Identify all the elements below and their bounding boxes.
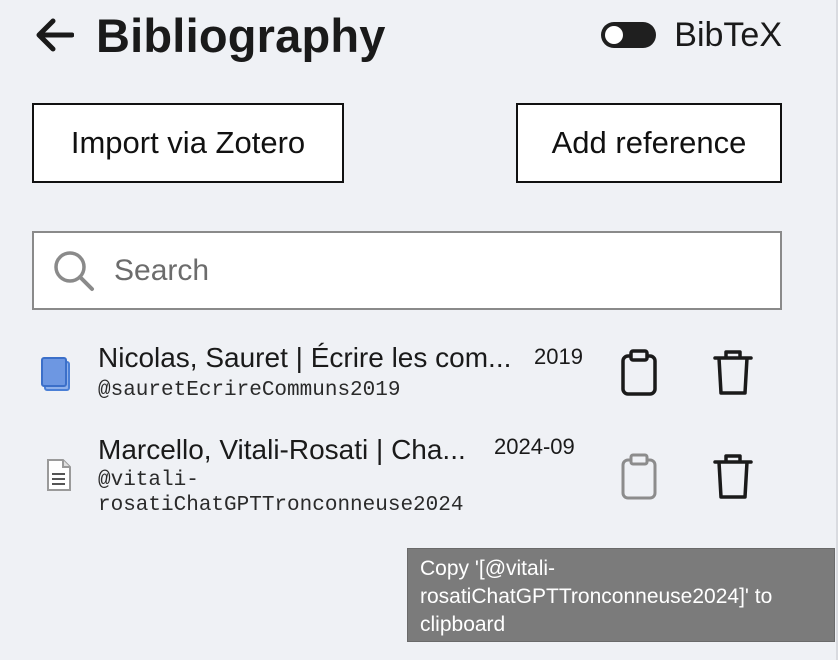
tooltip-line: Copy '[@vitali- bbox=[420, 557, 556, 580]
toggle-knob bbox=[605, 26, 624, 44]
clipboard-icon bbox=[621, 349, 657, 396]
delete-reference-button[interactable] bbox=[708, 348, 758, 398]
copy-tooltip: Copy '[@vitali- rosatiChatGPTTronconneus… bbox=[407, 548, 835, 642]
import-zotero-button[interactable]: Import via Zotero bbox=[32, 103, 344, 183]
book-icon bbox=[41, 357, 70, 391]
copy-key-button[interactable] bbox=[614, 452, 664, 502]
clipboard-icon bbox=[621, 453, 657, 500]
back-button[interactable] bbox=[36, 13, 80, 57]
header: Bibliography BibTeX bbox=[36, 8, 786, 62]
toggle-switch[interactable] bbox=[601, 22, 657, 48]
document-icon bbox=[47, 459, 71, 491]
reference-key: @vitali- rosatiChatGPTTronconneuse2024 bbox=[98, 468, 463, 518]
trash-icon bbox=[713, 350, 753, 395]
trash-icon bbox=[713, 454, 753, 499]
search-icon bbox=[54, 250, 94, 291]
add-reference-button[interactable]: Add reference bbox=[516, 103, 782, 183]
bibtex-toggle[interactable]: BibTeX bbox=[601, 14, 782, 56]
bibliography-panel: Bibliography BibTeX Import via Zotero Ad… bbox=[0, 0, 838, 660]
search-input[interactable] bbox=[114, 253, 714, 288]
delete-reference-button[interactable] bbox=[708, 452, 758, 502]
reference-key-line: rosatiChatGPTTronconneuse2024 bbox=[98, 494, 464, 517]
page-title: Bibliography bbox=[96, 8, 386, 62]
reference-year: 2019 bbox=[534, 344, 583, 369]
reference-key: @sauretEcrireCommuns2019 bbox=[98, 379, 401, 402]
reference-title: Marcello, Vitali-Rosati | Cha... bbox=[98, 434, 466, 465]
tooltip-line: rosatiChatGPTTronconneuse2024]' to bbox=[420, 585, 773, 608]
tooltip-line: clipboard bbox=[420, 613, 506, 636]
reference-key-line: @vitali- bbox=[98, 469, 199, 492]
reference-item[interactable]: Marcello, Vitali-Rosati | Cha... 2024-09… bbox=[40, 430, 800, 525]
reference-item[interactable]: Nicolas, Sauret | Écrire les com... 2019… bbox=[40, 340, 800, 410]
arrow-left-icon bbox=[36, 18, 74, 52]
reference-title: Nicolas, Sauret | Écrire les com... bbox=[98, 342, 512, 373]
toggle-label: BibTeX bbox=[674, 15, 782, 54]
copy-key-button[interactable] bbox=[614, 348, 664, 398]
reference-year: 2024-09 bbox=[494, 434, 575, 459]
search-box[interactable] bbox=[32, 231, 782, 310]
